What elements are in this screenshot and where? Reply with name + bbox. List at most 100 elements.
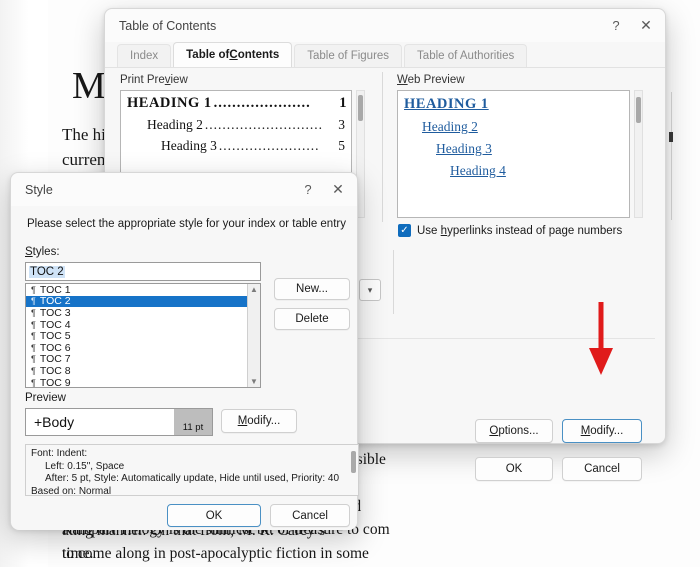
checkbox-check-icon: ✓ (398, 224, 411, 237)
format-dropdown[interactable]: ▾ (359, 279, 381, 301)
preview-label: Preview (25, 392, 66, 404)
list-item[interactable]: ¶ TOC 1 (26, 284, 247, 296)
panel-divider (382, 72, 383, 222)
style-cancel-button[interactable]: Cancel (270, 504, 350, 527)
web-preview-scrollbar[interactable] (634, 90, 643, 218)
styles-list-scrollbar[interactable]: ▲ ▼ (247, 284, 260, 387)
print-entry-text: HEADING 1 (127, 95, 212, 111)
style-dialog-body: Please select the appropriate style for … (11, 206, 359, 530)
options-button-label: Options... (489, 425, 539, 437)
description-line-1: Font: Indent: (31, 448, 88, 459)
list-item[interactable]: ¶ TOC 4 (26, 319, 247, 331)
description-line-4: Based on: Normal (31, 485, 112, 496)
delete-style-button[interactable]: Delete (274, 308, 350, 330)
list-item-label: TOC 4 (39, 318, 71, 331)
pilcrow-icon: ¶ (31, 354, 36, 365)
styles-listbox[interactable]: ¶ TOC 1 ¶ TOC 2 ¶ TOC 3 ¶ TOC 4 ¶ TOC 5 … (25, 283, 261, 388)
tab-table-of-authorities[interactable]: Table of Authorities (404, 44, 528, 67)
print-entry-page: 1 (339, 95, 347, 111)
style-dialog-title: Style (25, 182, 53, 197)
preview-font-name: +Body (34, 414, 75, 430)
close-icon[interactable]: ✕ (323, 177, 353, 203)
list-item[interactable]: ¶ TOC 6 (26, 342, 247, 354)
help-icon[interactable]: ? (601, 13, 631, 39)
close-icon[interactable]: ✕ (631, 13, 661, 39)
scroll-down-icon[interactable]: ▼ (250, 376, 258, 387)
modify-button[interactable]: Modify... (562, 419, 642, 443)
red-arrow-annotation (589, 302, 613, 375)
modify-button-label: Modify... (580, 425, 624, 437)
style-name-value: TOC 2 (29, 265, 65, 278)
toc-dialog-title: Table of Contents (119, 18, 217, 33)
print-entry-page: 3 (338, 117, 345, 132)
style-name-input[interactable]: TOC 2 (25, 262, 261, 281)
style-dialog: Style ? ✕ Please select the appropriate … (10, 172, 359, 530)
leader-dots: ....................... (218, 138, 320, 153)
tab-index[interactable]: Index (117, 44, 172, 67)
print-preview-entry: HEADING 1 ..................... 1 (121, 91, 351, 112)
use-hyperlinks-label: Use hyperlinks instead of page numbers (417, 224, 623, 237)
preview-font-size: 11 pt (174, 409, 212, 435)
document-scrollbar-thumb[interactable] (669, 132, 673, 142)
use-hyperlinks-checkbox[interactable]: ✓ Use hyperlinks instead of page numbers (398, 224, 622, 237)
pilcrow-icon: ¶ (31, 331, 36, 342)
tab-table-of-contents[interactable]: Table of Contents (173, 42, 293, 67)
toc-ok-button[interactable]: OK (475, 457, 553, 481)
web-preview-link[interactable]: Heading 4 (398, 157, 629, 179)
pilcrow-icon: ¶ (31, 365, 36, 376)
list-item-label: TOC 9 (39, 376, 71, 388)
leader-dots: ........................... (204, 117, 323, 132)
print-preview-scrollbar-thumb[interactable] (358, 95, 363, 121)
web-preview-scrollbar-thumb[interactable] (636, 97, 641, 123)
list-item[interactable]: ¶ TOC 2 (26, 295, 247, 308)
list-item[interactable]: ¶ TOC 9 (26, 376, 247, 388)
print-entry-page: 5 (338, 138, 345, 153)
pilcrow-icon: ¶ (31, 284, 36, 295)
web-preview-link[interactable]: HEADING 1 (398, 91, 629, 113)
web-preview-pane: HEADING 1 Heading 2 Heading 3 Heading 4 (397, 90, 630, 218)
list-item[interactable]: ¶ TOC 5 (26, 330, 247, 342)
list-item[interactable]: ¶ TOC 8 (26, 365, 247, 377)
list-item-label: TOC 1 (39, 283, 71, 296)
style-ok-button[interactable]: OK (167, 504, 261, 527)
section-divider (393, 250, 394, 314)
list-item[interactable]: ¶ TOC 3 (26, 307, 247, 319)
list-item[interactable]: ¶ TOC 7 (26, 353, 247, 366)
list-item-label: TOC 8 (39, 364, 71, 377)
print-preview-entry: Heading 2 ........................... 3 (121, 112, 351, 133)
print-entry-text: Heading 3 (161, 138, 217, 153)
description-line-2: Left: 0.15", Space (45, 460, 125, 472)
style-modify-label: Modify... (237, 415, 281, 427)
toc-dialog-titlebar: Table of Contents ? ✕ (105, 9, 665, 42)
pilcrow-icon: ¶ (31, 307, 36, 318)
toc-cancel-button[interactable]: Cancel (562, 457, 642, 481)
tab-table-of-figures[interactable]: Table of Figures (294, 44, 403, 67)
leader-dots: ..................... (213, 95, 311, 111)
styles-label: Styles: (25, 246, 60, 258)
description-line-3: After: 5 pt, Style: Automatically update… (45, 473, 340, 484)
document-scrollbar-track[interactable] (671, 92, 672, 220)
styles-list-items: ¶ TOC 1 ¶ TOC 2 ¶ TOC 3 ¶ TOC 4 ¶ TOC 5 … (26, 284, 247, 388)
options-button[interactable]: Options... (475, 419, 553, 443)
new-style-button[interactable]: New... (274, 278, 350, 300)
list-item-label: TOC 2 (39, 295, 71, 308)
style-modify-button[interactable]: Modify... (221, 409, 297, 433)
description-scrollbar-thumb[interactable] (351, 451, 356, 473)
toc-tab-strip: Index Table of Contents Table of Figures… (105, 42, 665, 68)
print-preview-label: Print Preview (120, 74, 188, 86)
pilcrow-icon: ¶ (31, 342, 36, 353)
scroll-up-icon[interactable]: ▲ (250, 284, 258, 295)
print-preview-entry: Heading 3 ....................... 5 (121, 133, 351, 154)
web-preview-link[interactable]: Heading 2 (398, 113, 629, 135)
style-dialog-titlebar: Style ? ✕ (11, 173, 357, 206)
pilcrow-icon: ¶ (31, 377, 36, 388)
pilcrow-icon: ¶ (31, 296, 36, 307)
list-item-label: TOC 3 (39, 306, 71, 319)
help-icon[interactable]: ? (293, 177, 323, 203)
list-item-label: TOC 6 (39, 341, 71, 354)
style-preview-box: +Body 11 pt (25, 408, 213, 436)
web-preview-label: Web Preview (397, 74, 465, 86)
web-preview-link[interactable]: Heading 3 (398, 135, 629, 157)
chevron-down-icon: ▾ (367, 284, 373, 295)
list-item-label: TOC 7 (39, 353, 71, 366)
